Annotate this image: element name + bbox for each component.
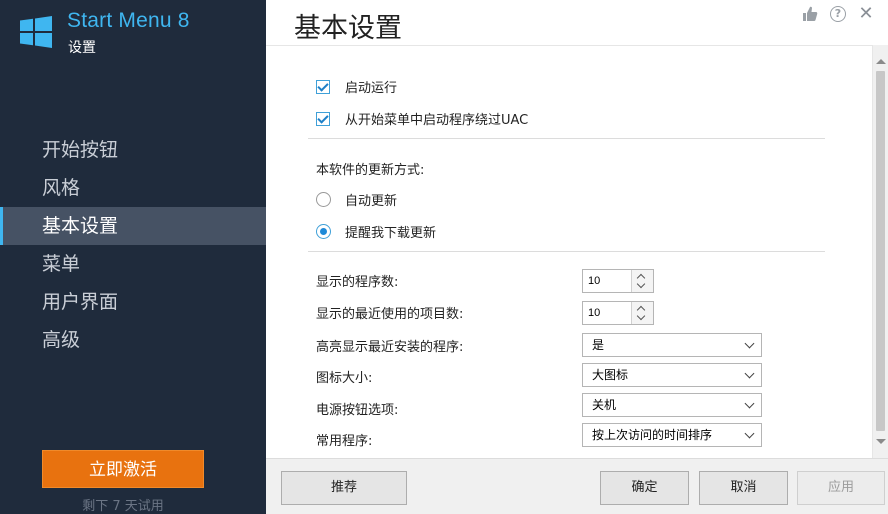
- remind-update-label: 提醒我下载更新: [345, 226, 437, 241]
- auto-update-option[interactable]: 自动更新: [316, 190, 397, 209]
- sidebar-item-style[interactable]: 风格: [0, 169, 266, 207]
- bypass-uac-label: 从开始菜单中启动程序绕过UAC: [345, 113, 529, 128]
- bypass-uac-checkbox[interactable]: [316, 111, 330, 126]
- highlight-new-value: 是: [592, 338, 605, 352]
- divider: [308, 251, 825, 252]
- bypass-uac-option[interactable]: 从开始菜单中启动程序绕过UAC: [316, 109, 528, 128]
- windows-logo-icon: [20, 16, 52, 48]
- power-button-select[interactable]: 关机: [582, 393, 762, 417]
- vertical-scrollbar[interactable]: [872, 45, 888, 458]
- scroll-down-icon[interactable]: [876, 439, 886, 444]
- update-heading: 本软件的更新方式:: [316, 163, 425, 178]
- recent-count-stepper[interactable]: 10: [582, 301, 654, 325]
- startup-checkbox[interactable]: [316, 79, 330, 94]
- cancel-button[interactable]: 取消: [699, 471, 788, 505]
- activate-button[interactable]: 立即激活: [42, 450, 204, 488]
- stepper-arrows-icon[interactable]: [631, 270, 653, 292]
- chevron-down-icon: [744, 368, 755, 379]
- help-icon[interactable]: ?: [830, 6, 846, 22]
- icon-size-value: 大图标: [592, 368, 629, 382]
- chevron-down-icon: [744, 428, 755, 439]
- highlight-new-label: 高亮显示最近安装的程序:: [316, 340, 464, 355]
- program-count-stepper[interactable]: 10: [582, 269, 654, 293]
- program-count-label: 显示的程序数:: [316, 275, 399, 290]
- frequent-programs-value: 按上次访问的时间排序: [592, 428, 713, 442]
- frequent-programs-label: 常用程序:: [316, 434, 373, 449]
- recommend-button[interactable]: 推荐: [281, 471, 407, 505]
- icon-size-select[interactable]: 大图标: [582, 363, 762, 387]
- startup-option[interactable]: 启动运行: [316, 77, 397, 96]
- footer-bar: 推荐 确定 取消 应用: [266, 458, 888, 514]
- recent-count-label: 显示的最近使用的项目数:: [316, 307, 464, 322]
- divider: [308, 138, 825, 139]
- recent-count-value[interactable]: 10: [583, 302, 631, 324]
- sidebar: Start Menu 8 设置 开始按钮 风格 基本设置 菜单 用户界面 高级 …: [0, 0, 266, 514]
- page-title: 基本设置: [294, 13, 402, 44]
- stepper-arrows-icon[interactable]: [631, 302, 653, 324]
- sidebar-item-user-interface[interactable]: 用户界面: [0, 283, 266, 321]
- sidebar-item-basic-settings[interactable]: 基本设置: [0, 207, 266, 245]
- sidebar-nav: 开始按钮 风格 基本设置 菜单 用户界面 高级: [0, 131, 266, 359]
- startup-label: 启动运行: [345, 81, 398, 96]
- remind-update-option[interactable]: 提醒我下载更新: [316, 222, 436, 241]
- ok-button[interactable]: 确定: [600, 471, 689, 505]
- apply-button[interactable]: 应用: [797, 471, 885, 505]
- trial-status: 剩下 7 天试用: [82, 499, 164, 514]
- app-subtitle: 设置: [68, 40, 96, 56]
- icon-size-label: 图标大小:: [316, 371, 373, 386]
- sidebar-item-menu[interactable]: 菜单: [0, 245, 266, 283]
- scroll-thumb[interactable]: [876, 71, 885, 431]
- auto-update-label: 自动更新: [345, 194, 398, 209]
- remind-update-radio[interactable]: [316, 224, 331, 239]
- auto-update-radio[interactable]: [316, 192, 331, 207]
- sidebar-item-advanced[interactable]: 高级: [0, 321, 266, 359]
- settings-content: 启动运行 从开始菜单中启动程序绕过UAC 本软件的更新方式: 自动更新 提醒我下…: [266, 45, 872, 458]
- chevron-down-icon: [744, 398, 755, 409]
- highlight-new-select[interactable]: 是: [582, 333, 762, 357]
- power-button-value: 关机: [592, 398, 617, 412]
- chevron-down-icon: [744, 338, 755, 349]
- sidebar-item-start-button[interactable]: 开始按钮: [0, 131, 266, 169]
- scroll-up-icon[interactable]: [876, 59, 886, 64]
- main-panel: 基本设置 ? ✕ 启动运行 从开始菜单中启动程序绕过UAC 本软件的更新方式: …: [266, 0, 888, 514]
- frequent-programs-select[interactable]: 按上次访问的时间排序: [582, 423, 762, 447]
- power-button-label: 电源按钮选项:: [316, 403, 399, 418]
- window-controls: ? ✕: [800, 4, 876, 24]
- thumbs-up-icon[interactable]: [800, 4, 820, 24]
- app-title: Start Menu 8: [67, 9, 190, 32]
- program-count-value[interactable]: 10: [583, 270, 631, 292]
- close-icon[interactable]: ✕: [856, 4, 876, 24]
